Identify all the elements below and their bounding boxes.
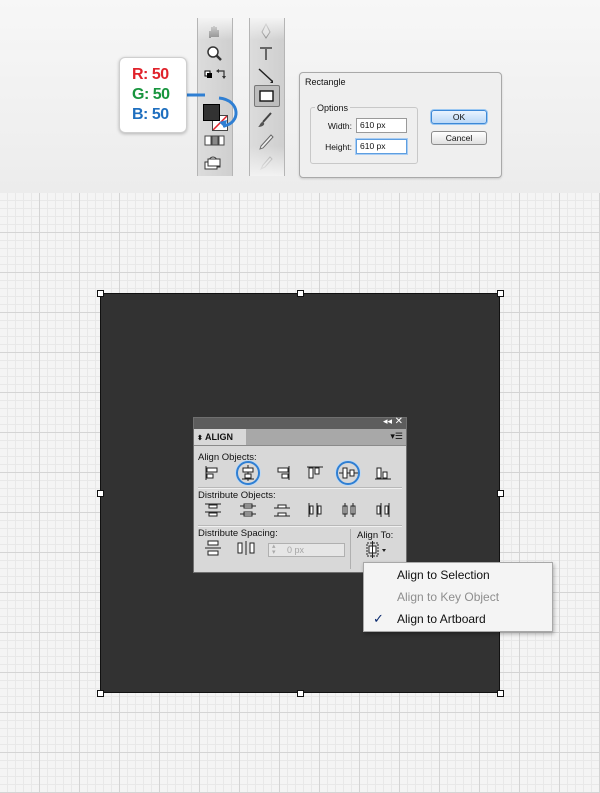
rectangle-dialog: Rectangle Options Width: 610 px Height: …	[299, 72, 502, 178]
rgb-b-value: B: 50	[132, 106, 169, 123]
panel-tabbar: ⬍ ALIGN ▾☰	[194, 429, 406, 446]
divider	[198, 525, 402, 527]
rectangle-tool-icon[interactable]	[254, 85, 280, 107]
options-group-label: Options	[315, 103, 351, 113]
align-to-label: Align To:	[357, 530, 394, 541]
height-field[interactable]: 610 px	[356, 139, 407, 154]
menu-item-label: Align to Selection	[397, 568, 490, 582]
menu-item-label: Align to Artboard	[397, 612, 486, 626]
cancel-button[interactable]: Cancel	[431, 131, 487, 145]
horizontal-align-left-icon[interactable]	[203, 465, 223, 481]
options-group	[310, 107, 418, 164]
align-to-artboard-icon	[366, 541, 386, 558]
distribute-objects-label: Distribute Objects:	[198, 490, 276, 501]
vertical-distribute-center-icon[interactable]	[238, 502, 258, 518]
distribute-spacing-label: Distribute Spacing:	[198, 528, 278, 539]
rgb-callout: R: 50 G: 50 B: 50	[119, 57, 187, 133]
screen-mode-icon[interactable]	[202, 154, 224, 174]
width-label: Width:	[327, 121, 352, 131]
vertical-align-bottom-icon[interactable]	[373, 465, 393, 481]
menu-item-label: Align to Key Object	[397, 590, 500, 604]
panel-header[interactable]: ◂◂ ✕	[194, 416, 406, 429]
vertical-align-top-icon[interactable]	[305, 465, 325, 481]
panel-menu-icon[interactable]: ▾☰	[390, 431, 403, 442]
selection-handle[interactable]	[297, 690, 304, 697]
horizontal-distribute-center-icon[interactable]	[339, 502, 359, 518]
paintbrush-icon[interactable]	[255, 110, 277, 130]
type-icon[interactable]	[255, 44, 277, 64]
spacing-value: 0 px	[287, 545, 305, 555]
align-to-button[interactable]	[363, 541, 391, 559]
collapse-icon[interactable]: ◂◂	[383, 416, 392, 427]
menu-item-align-to-key-object: Align to Key Object	[364, 586, 552, 608]
default-fill-stroke-icon[interactable]	[203, 66, 214, 86]
spacing-field[interactable]: ▴ ▾ 0 px	[268, 543, 345, 557]
horizontal-distribute-right-icon[interactable]	[373, 502, 393, 518]
panel-fade	[250, 18, 284, 40]
selection-handle[interactable]	[97, 490, 104, 497]
tab-arrows-icon: ⬍	[197, 435, 203, 442]
dialog-title: Rectangle	[305, 77, 346, 87]
selection-handle[interactable]	[97, 290, 104, 297]
horizontal-distribute-space-icon[interactable]	[236, 540, 256, 556]
ok-button[interactable]: OK	[431, 110, 487, 124]
menu-item-align-to-selection[interactable]: Align to Selection	[364, 564, 552, 586]
selection-handle[interactable]	[497, 690, 504, 697]
menu-item-align-to-artboard[interactable]: ✓ Align to Artboard	[364, 608, 552, 630]
vertical-distribute-space-icon[interactable]	[203, 540, 223, 556]
tab-align-label: ALIGN	[205, 432, 234, 442]
vertical-distribute-bottom-icon[interactable]	[272, 502, 292, 518]
rgb-r-value: R: 50	[132, 66, 169, 83]
line-segment-icon[interactable]	[255, 66, 277, 86]
width-field[interactable]: 610 px	[356, 118, 407, 133]
close-icon[interactable]: ✕	[395, 416, 403, 427]
selection-handle[interactable]	[497, 490, 504, 497]
swap-fill-stroke-icon[interactable]	[216, 66, 228, 86]
selection-handle[interactable]	[97, 690, 104, 697]
tools-panel-right	[249, 18, 285, 176]
tab-align[interactable]: ⬍ ALIGN	[194, 429, 246, 445]
highlight-ring	[336, 461, 360, 485]
vertical-distribute-top-icon[interactable]	[203, 502, 223, 518]
vertical-divider	[350, 529, 351, 569]
selection-handle[interactable]	[497, 290, 504, 297]
horizontal-align-right-icon[interactable]	[272, 465, 292, 481]
stepper-arrows-icon[interactable]: ▴ ▾	[272, 543, 276, 556]
horizontal-distribute-left-icon[interactable]	[305, 502, 325, 518]
selection-handle[interactable]	[297, 290, 304, 297]
zoom-icon[interactable]	[203, 44, 225, 64]
panel-fade	[250, 146, 284, 176]
panel-fade	[198, 18, 232, 40]
align-to-menu: Align to Selection Align to Key Object ✓…	[363, 562, 553, 632]
height-label: Height:	[325, 142, 352, 152]
divider	[198, 487, 402, 489]
rgb-g-value: G: 50	[132, 86, 170, 103]
checkmark-icon: ✓	[373, 611, 384, 626]
highlight-ring	[236, 461, 260, 485]
callout-arrow	[183, 86, 243, 136]
